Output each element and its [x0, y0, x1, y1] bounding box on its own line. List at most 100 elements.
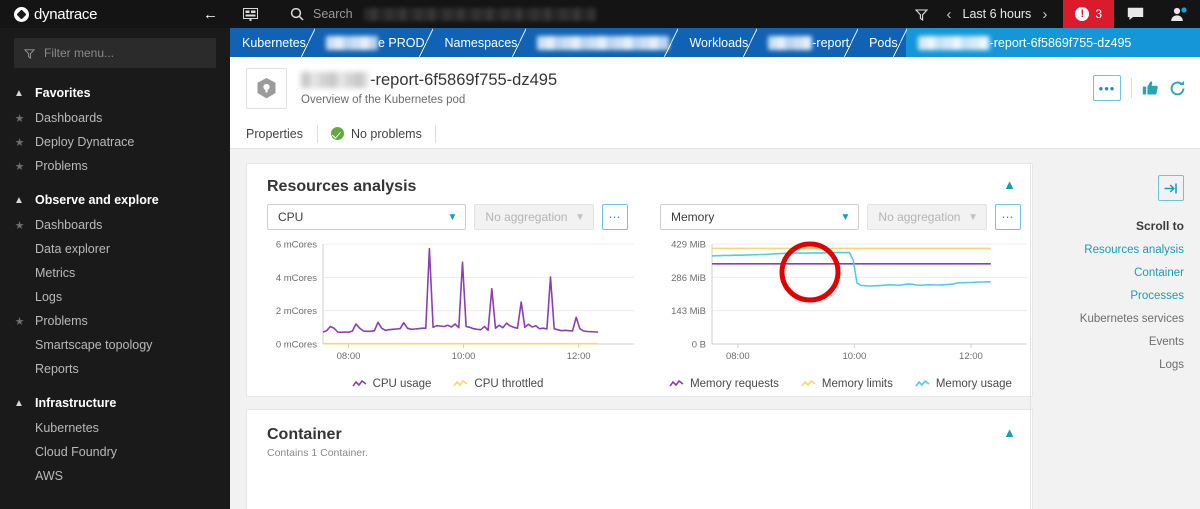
breadcrumb-label: Kubernetes [242, 35, 306, 50]
top-bar-right: ‹ Last 6 hours › ! 3 [902, 0, 1200, 28]
cpu-aggregation-select: No aggregation ▼ [474, 204, 595, 230]
chevron-left-icon[interactable]: ‹ [947, 6, 952, 23]
refresh-icon[interactable] [1169, 80, 1186, 97]
breadcrumb-label: Namespaces [444, 35, 518, 50]
legend-label: CPU usage [372, 378, 432, 390]
sidebar-item-aws[interactable]: ★ AWS [0, 464, 230, 488]
sidebar-item-metrics[interactable]: ★ Metrics [0, 261, 230, 285]
more-actions-button[interactable]: ••• [1093, 75, 1121, 101]
line-icon [669, 379, 684, 387]
timeframe-label[interactable]: Last 6 hours [963, 7, 1032, 21]
resources-analysis-header: Resources analysis ▲ [247, 164, 1032, 196]
breadcrumb-item-cluster[interactable]: e PROD [314, 28, 434, 57]
legend-item-cpu-usage[interactable]: CPU usage [351, 378, 432, 390]
tab-properties[interactable]: Properties [246, 127, 317, 141]
breadcrumb-item-workloads[interactable]: Workloads [677, 28, 758, 57]
filter-icon[interactable] [902, 8, 941, 21]
breadcrumb-label: Workloads [689, 35, 749, 50]
sidebar-group-label: Favorites [35, 86, 91, 100]
memory-more-button[interactable]: ⋯ [995, 204, 1021, 230]
chevron-up-icon: ▲ [14, 87, 24, 99]
legend-item-memory-limits[interactable]: Memory limits [801, 378, 893, 390]
breadcrumb-item-pods[interactable]: Pods [857, 28, 907, 57]
svg-text:6 mCores: 6 mCores [276, 240, 317, 251]
sidebar-group-favorites[interactable]: ▲ Favorites [0, 80, 230, 106]
sidebar-item-logs[interactable]: ★ Logs [0, 285, 230, 309]
legend-item-memory-requests[interactable]: Memory requests [669, 378, 779, 390]
svg-text:12:00: 12:00 [959, 351, 983, 362]
sidebar-item-label: Problems [35, 314, 88, 328]
user-icon[interactable] [1157, 0, 1200, 28]
sidebar-group-observe-and-explore[interactable]: ▲ Observe and explore [0, 187, 230, 213]
cpu-metric-select[interactable]: CPU ▼ [267, 204, 467, 230]
search-icon [290, 7, 304, 21]
thumbs-up-icon[interactable] [1142, 80, 1159, 96]
star-icon: ★ [14, 136, 25, 149]
sidebar-header: dynatrace ← [0, 0, 230, 28]
rail-link-events[interactable]: Events [1030, 336, 1184, 348]
timeframe-selector[interactable]: ‹ Last 6 hours › [941, 6, 1054, 23]
cpu-more-button[interactable]: ⋯ [602, 204, 628, 230]
svg-text:143 MiB: 143 MiB [671, 306, 706, 317]
sidebar-item-reports[interactable]: ★ Reports [0, 357, 230, 381]
rail-link-kubernetes-services[interactable]: Kubernetes services [1030, 313, 1184, 325]
chevron-up-icon: ▲ [14, 397, 24, 409]
chat-icon[interactable] [1114, 0, 1157, 28]
legend-label: Memory requests [690, 378, 779, 390]
breadcrumb-item-namespaces[interactable]: Namespaces [432, 28, 527, 57]
cpu-legend: CPU usage CPU throttled [267, 378, 628, 390]
chevron-up-icon: ▲ [14, 194, 24, 206]
memory-metric-value: Memory [671, 210, 715, 224]
breadcrumb-label: -report-6f5869f755-dz495 [989, 35, 1132, 50]
dynatrace-logo-text: dynatrace [34, 5, 98, 23]
rail-link-container[interactable]: Container [1030, 267, 1184, 279]
sidebar-item-kubernetes[interactable]: ★ Kubernetes [0, 416, 230, 440]
divider [1131, 78, 1132, 98]
sidebar-item-problems-fav[interactable]: ★ Problems [0, 154, 230, 178]
search-box[interactable]: Search [272, 7, 596, 21]
legend-item-memory-usage[interactable]: Memory usage [915, 378, 1012, 390]
sidebar-item-smartscape-topology[interactable]: ★ Smartscape topology [0, 333, 230, 357]
sidebar-group-infrastructure[interactable]: ▲ Infrastructure [0, 390, 230, 416]
sidebar-item-dashboards-fav[interactable]: ★ Dashboards [0, 106, 230, 130]
entity-actions: ••• [1093, 75, 1186, 101]
legend-label: Memory usage [935, 378, 1012, 390]
dynatrace-logo[interactable]: dynatrace [14, 6, 97, 23]
memory-metric-select[interactable]: Memory ▼ [660, 204, 860, 230]
rail-link-processes[interactable]: Processes [1030, 290, 1184, 302]
collapse-right-icon[interactable] [1158, 175, 1184, 201]
filter-menu-input[interactable]: Filter menu... [14, 38, 216, 68]
tab-problems-label: No problems [350, 126, 422, 141]
breadcrumb-item-workload[interactable]: -report [756, 28, 858, 57]
content-scroll-area[interactable]: Resources analysis ▲ CPU ▼ No aggregatio… [230, 163, 1200, 509]
sidebar-item-data-explorer[interactable]: ★ Data explorer [0, 237, 230, 261]
breadcrumb-item-namespace[interactable] [525, 28, 679, 57]
sidebar-item-label: Reports [35, 362, 79, 376]
sidebar-item-deploy-dynatrace[interactable]: ★ Deploy Dynatrace [0, 130, 230, 154]
rail-link-resources-analysis[interactable]: Resources analysis [1030, 244, 1184, 256]
page-title-text: -report-6f5869f755-dz495 [370, 70, 558, 89]
sidebar-item-problems[interactable]: ★ Problems [0, 309, 230, 333]
legend-item-cpu-throttled[interactable]: CPU throttled [453, 378, 543, 390]
chevron-right-icon[interactable]: › [1042, 6, 1047, 23]
arrow-left-icon[interactable]: ← [203, 7, 218, 22]
tab-problems[interactable]: No problems [330, 126, 422, 141]
sidebar-item-dashboards[interactable]: ★ Dashboards [0, 213, 230, 237]
dashboard-icon[interactable] [243, 7, 258, 21]
sidebar-item-label: AWS [35, 469, 64, 483]
chevron-down-icon: ▼ [447, 211, 458, 223]
container-header-text: Container Contains 1 Container. [267, 426, 368, 459]
rail-link-logs[interactable]: Logs [1030, 359, 1184, 371]
cpu-metric-value: CPU [278, 210, 304, 224]
breadcrumb-item-kubernetes[interactable]: Kubernetes [230, 28, 315, 57]
svg-text:10:00: 10:00 [452, 351, 476, 362]
problems-alert-button[interactable]: ! 3 [1063, 0, 1114, 28]
svg-text:4 mCores: 4 mCores [276, 273, 317, 284]
breadcrumb-item-current-pod[interactable]: -report-6f5869f755-dz495 [905, 28, 1200, 57]
chevron-up-icon[interactable]: ▲ [1003, 426, 1016, 439]
container-header: Container Contains 1 Container. ▲ [247, 410, 1032, 459]
breadcrumb-label: Pods [869, 35, 898, 50]
breadcrumb-label: -report [812, 35, 850, 50]
chevron-up-icon[interactable]: ▲ [1003, 178, 1016, 191]
sidebar-item-cloud-foundry[interactable]: ★ Cloud Foundry [0, 440, 230, 464]
